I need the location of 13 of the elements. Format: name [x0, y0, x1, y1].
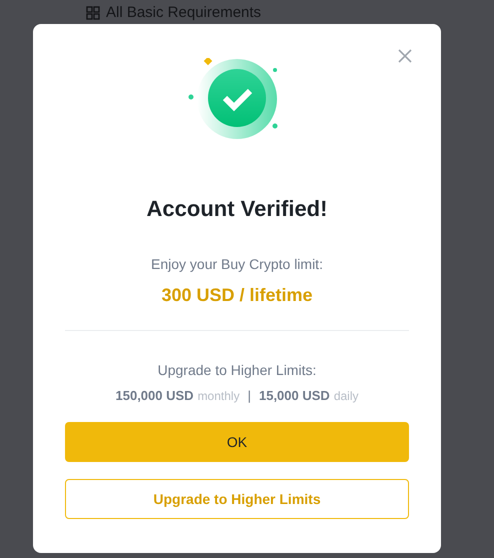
separator: | — [248, 388, 251, 403]
limit-value: 150,000 USD — [116, 388, 194, 403]
upgrade-caption: Upgrade to Higher Limits: — [158, 362, 316, 378]
limit-amount: 300 USD / lifetime — [161, 285, 313, 306]
dialog-title: Account Verified! — [146, 196, 328, 222]
ok-button[interactable]: OK — [65, 422, 409, 462]
limit-caption: Enjoy your Buy Crypto limit: — [151, 256, 323, 272]
limit-period: daily — [334, 389, 358, 403]
limit-period: monthly — [198, 389, 240, 403]
limit-value: 15,000 USD — [258, 388, 330, 403]
close-icon[interactable] — [397, 48, 413, 64]
section-heading: All Basic Requirements — [106, 4, 262, 21]
grid-icon — [86, 6, 100, 20]
